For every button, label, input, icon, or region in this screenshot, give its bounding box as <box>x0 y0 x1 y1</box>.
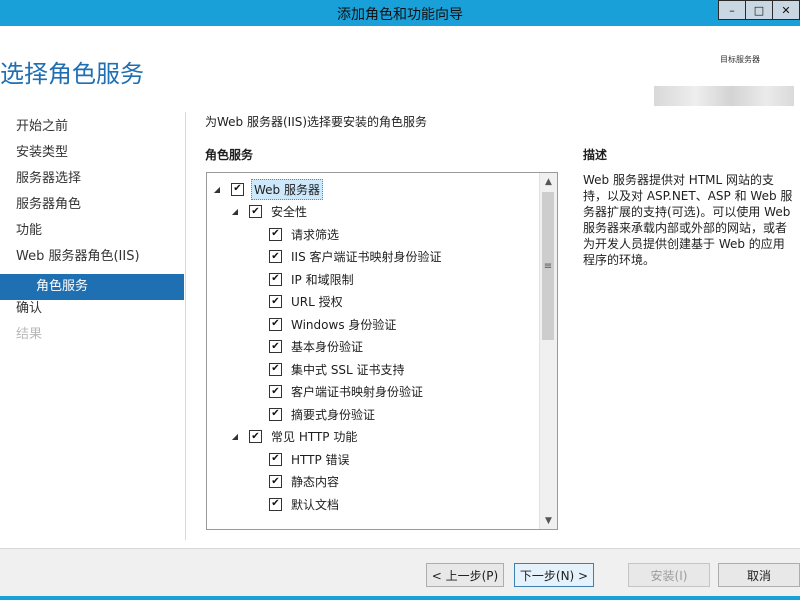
tree-row[interactable]: ✔ URL 授权 <box>269 292 345 312</box>
role-services-tree[interactable]: ▲ ≡ ▼ ◢ ✔ Web 服务器 ◢ ✔ 安全性 ✔ 请求筛选 ✔ IIS 客户端证书映射身份验… <box>206 172 558 530</box>
next-button[interactable]: 下一步(N) > <box>514 563 594 587</box>
tree-row[interactable]: ◢ ✔ Web 服务器 <box>211 178 323 200</box>
nav-divider <box>185 112 186 540</box>
tree-row-label: 摘要式身份验证 <box>291 407 376 422</box>
tree-row-label: Windows 身份验证 <box>291 317 397 332</box>
tree-row-label: 客户端证书映射身份验证 <box>291 385 424 399</box>
checkbox[interactable]: ✔ <box>269 475 282 488</box>
tree-row-label: IIS 客户端证书映射身份验证 <box>291 250 442 264</box>
checkbox[interactable]: ✔ <box>269 407 282 421</box>
tree-row-label: 默认文档 <box>291 497 340 512</box>
scroll-thumb[interactable]: ≡ <box>542 192 554 340</box>
tree-row-label: Web 服务器 <box>251 178 323 200</box>
tree-row[interactable]: ✔ 请求筛选 <box>269 224 341 244</box>
tree-row[interactable]: ✔ IIS 客户端证书映射身份验证 <box>269 247 444 267</box>
tree-row[interactable]: ✔ 静态内容 <box>269 472 341 492</box>
nav-step-0[interactable]: 开始之前 <box>0 118 184 144</box>
checkbox[interactable]: ✔ <box>269 250 282 263</box>
page-title: 选择角色服务 <box>0 60 144 88</box>
checkbox[interactable]: ✔ <box>231 182 244 196</box>
install-button[interactable]: 安装(I) <box>628 563 710 587</box>
tree-row-label: 静态内容 <box>291 475 340 489</box>
expand-toggle-icon[interactable]: ◢ <box>229 207 241 216</box>
tree-row-label: 请求筛选 <box>291 227 340 242</box>
nav-step-5[interactable]: Web 服务器角色(IIS) <box>0 248 184 274</box>
nav-step-4[interactable]: 功能 <box>0 222 184 248</box>
checkbox[interactable]: ✔ <box>269 340 282 353</box>
wizard-step-nav: 开始之前 安装类型 服务器选择 服务器角色 功能 Web 服务器角色(IIS) 角色服务 确认… <box>0 118 184 352</box>
scroll-down-icon[interactable]: ▼ <box>540 512 557 529</box>
checkbox[interactable]: ✔ <box>249 205 262 218</box>
tree-row-label: IP 和域限制 <box>291 272 354 287</box>
maximize-button[interactable]: □ <box>745 0 773 20</box>
nav-step-1[interactable]: 安装类型 <box>0 144 184 170</box>
description-heading: 描述 <box>583 148 608 162</box>
checkbox[interactable]: ✔ <box>269 272 282 286</box>
tree-row[interactable]: ◢ ✔ 常见 HTTP 功能 <box>229 427 359 447</box>
checkbox[interactable]: ✔ <box>269 295 282 308</box>
tree-row-label: 集中式 SSL 证书支持 <box>291 362 405 377</box>
description-text: Web 服务器提供对 HTML 网站的支持，以及对 ASP.NET、ASP 和 … <box>583 173 793 267</box>
checkbox[interactable]: ✔ <box>269 227 282 241</box>
close-button[interactable]: ✕ <box>772 0 800 20</box>
nav-step-3[interactable]: 服务器角色 <box>0 196 184 222</box>
tree-row[interactable]: ✔ 基本身份验证 <box>269 337 365 357</box>
nav-step-7[interactable]: 确认 <box>0 300 184 326</box>
checkbox[interactable]: ✔ <box>249 430 262 443</box>
nav-step-8: 结果 <box>16 327 43 342</box>
role-services-heading: 角色服务 <box>205 148 254 162</box>
tree-row[interactable]: ◢ ✔ 安全性 <box>229 202 309 222</box>
tree-row-label: 安全性 <box>271 205 308 219</box>
tree-row[interactable]: ✔ 集中式 SSL 证书支持 <box>269 359 407 379</box>
expand-toggle-icon[interactable]: ◢ <box>229 432 241 441</box>
title-bar: 添加角色和功能向导 – □ ✕ <box>0 0 800 26</box>
checkbox[interactable]: ✔ <box>269 362 282 376</box>
minimize-button[interactable]: – <box>718 0 746 20</box>
tree-row-label: 常见 HTTP 功能 <box>271 430 358 444</box>
window-controls: – □ ✕ <box>718 0 800 20</box>
tree-row[interactable]: ✔ IP 和域限制 <box>269 269 356 289</box>
checkbox[interactable]: ✔ <box>269 317 282 331</box>
window-bottom-border <box>0 596 800 600</box>
tree-row[interactable]: ✔ Windows 身份验证 <box>269 314 398 334</box>
tree-row[interactable]: ✔ 客户端证书映射身份验证 <box>269 382 425 402</box>
expand-toggle-icon[interactable]: ◢ <box>211 185 223 194</box>
tree-row-label: 基本身份验证 <box>291 340 364 354</box>
window-title: 添加角色和功能向导 <box>337 7 463 23</box>
previous-button[interactable]: < 上一步(P) <box>426 563 504 587</box>
target-server-label: 目标服务器 <box>720 55 760 64</box>
tree-row-label: HTTP 错误 <box>291 452 350 467</box>
tree-scrollbar[interactable]: ▲ ≡ ▼ <box>539 173 557 529</box>
checkbox[interactable]: ✔ <box>269 497 282 511</box>
instruction-text: 为Web 服务器(IIS)选择要安装的角色服务 <box>205 115 428 129</box>
nav-step-2[interactable]: 服务器选择 <box>0 170 184 196</box>
checkbox[interactable]: ✔ <box>269 385 282 398</box>
nav-step-6[interactable]: 角色服务 <box>0 274 184 300</box>
tree-row[interactable]: ✔ 摘要式身份验证 <box>269 404 377 424</box>
scroll-up-icon[interactable]: ▲ <box>540 173 557 190</box>
wizard-footer: < 上一步(P) 下一步(N) > 安装(I) 取消 <box>0 549 800 600</box>
tree-row[interactable]: ✔ HTTP 错误 <box>269 449 352 469</box>
tree-row[interactable]: ✔ 默认文档 <box>269 494 341 514</box>
redacted-server-name <box>654 86 794 106</box>
wizard-header: 选择角色服务 目标服务器 <box>0 26 800 110</box>
cancel-button[interactable]: 取消 <box>718 563 800 587</box>
checkbox[interactable]: ✔ <box>269 452 282 466</box>
tree-row-label: URL 授权 <box>291 295 343 309</box>
